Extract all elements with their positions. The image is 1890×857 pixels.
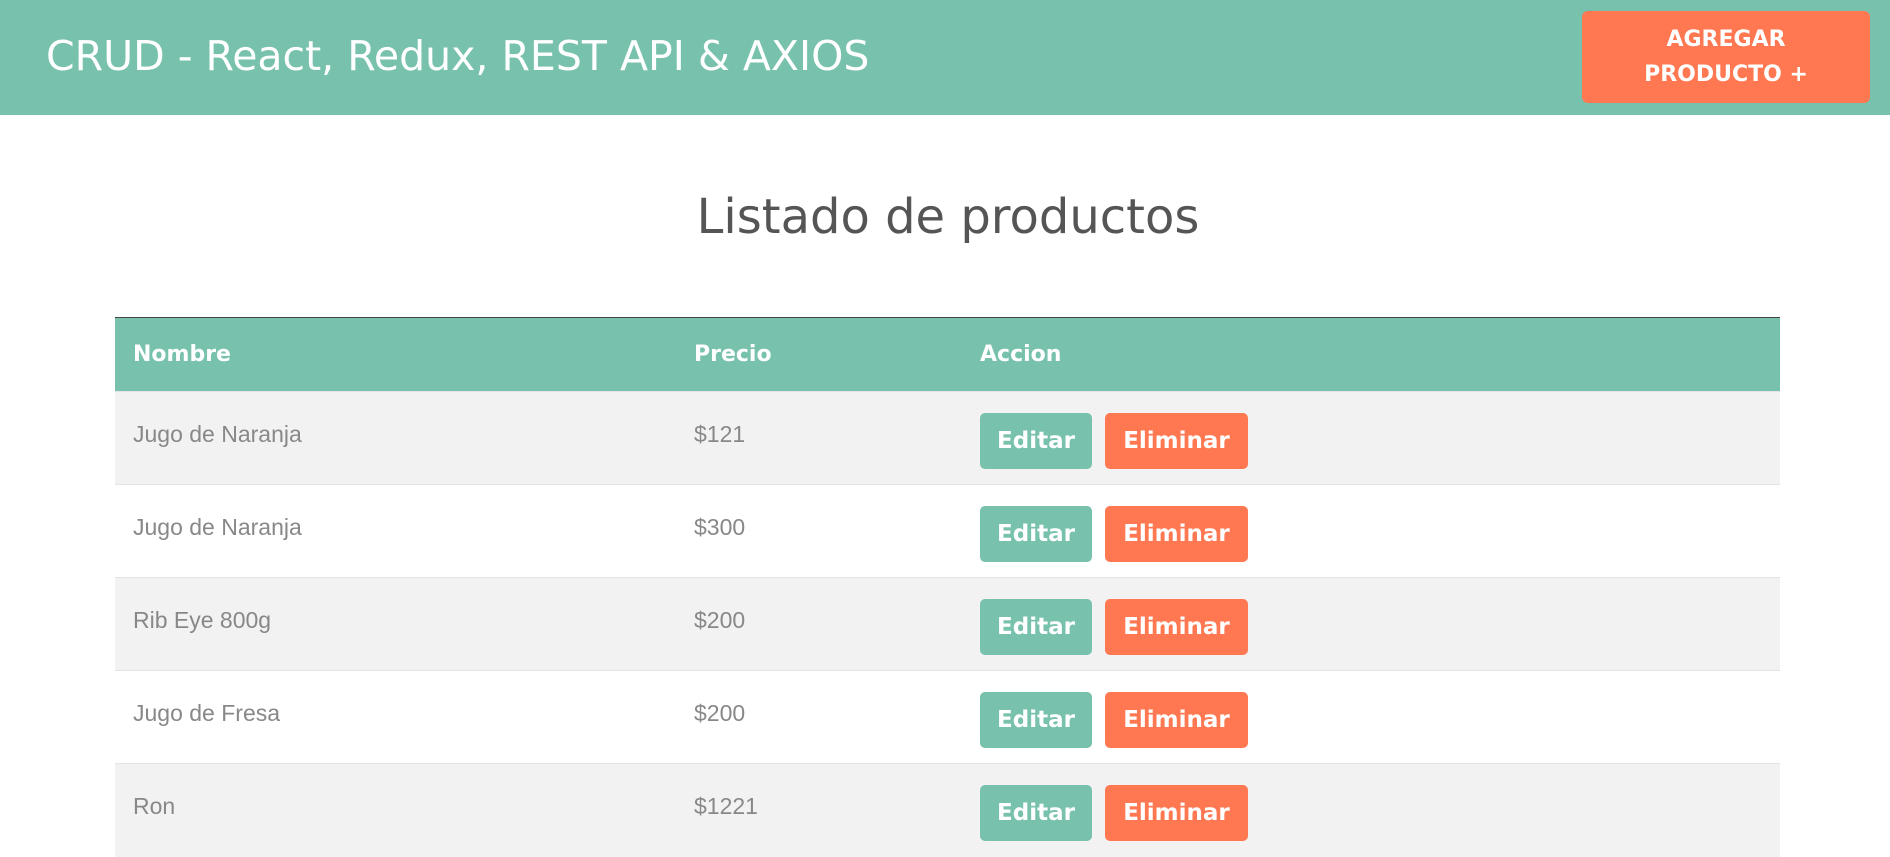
delete-button[interactable]: Eliminar xyxy=(1105,785,1248,841)
product-name-cell: Jugo de Naranja xyxy=(115,485,676,578)
product-price: $200 xyxy=(694,607,746,633)
add-product-button[interactable]: AGREGAR PRODUCTO + xyxy=(1582,11,1870,103)
product-price-cell: $1221 xyxy=(676,764,962,857)
product-actions-cell: Editar Eliminar xyxy=(962,671,1780,764)
edit-button[interactable]: Editar xyxy=(980,413,1092,469)
product-price: $200 xyxy=(694,700,746,726)
products-table-wrapper: Nombre Precio Accion Jugo de Naranja $12… xyxy=(115,317,1780,857)
product-name-cell: Jugo de Naranja xyxy=(115,392,676,485)
table-row: Ron $1221 Editar Eliminar xyxy=(115,763,1780,857)
column-header-precio: Precio xyxy=(694,342,772,367)
page-title: Listado de productos xyxy=(696,189,1200,245)
row-actions: Editar Eliminar xyxy=(980,599,1780,655)
column-header-accion: Accion xyxy=(980,342,1062,367)
table-row: Rib Eye 800g $200 Editar Eliminar xyxy=(115,577,1780,671)
row-actions: Editar Eliminar xyxy=(980,692,1780,748)
product-name-cell: Jugo de Fresa xyxy=(115,671,676,764)
table-row: Jugo de Naranja $121 Editar Eliminar xyxy=(115,391,1780,485)
product-price-cell: $200 xyxy=(676,671,962,764)
table-header: Nombre Precio Accion xyxy=(115,317,1780,392)
row-actions: Editar Eliminar xyxy=(980,413,1780,469)
table-row: Jugo de Naranja $300 Editar Eliminar xyxy=(115,484,1780,578)
table-header-row: Nombre Precio Accion xyxy=(115,317,1780,392)
product-price: $121 xyxy=(694,421,746,447)
table-body: Jugo de Naranja $121 Editar Eliminar Jug… xyxy=(115,391,1780,857)
edit-button[interactable]: Editar xyxy=(980,599,1092,655)
products-table: Nombre Precio Accion Jugo de Naranja $12… xyxy=(115,317,1780,857)
product-name: Ron xyxy=(133,793,176,819)
edit-button[interactable]: Editar xyxy=(980,692,1092,748)
product-price-cell: $200 xyxy=(676,578,962,671)
product-price-cell: $121 xyxy=(676,392,962,485)
row-actions: Editar Eliminar xyxy=(980,506,1780,562)
product-actions-cell: Editar Eliminar xyxy=(962,485,1780,578)
delete-button[interactable]: Eliminar xyxy=(1105,692,1248,748)
edit-button[interactable]: Editar xyxy=(980,785,1092,841)
table-row: Jugo de Fresa $200 Editar Eliminar xyxy=(115,670,1780,764)
product-price: $300 xyxy=(694,514,746,540)
product-name: Jugo de Fresa xyxy=(133,700,281,726)
product-name: Jugo de Naranja xyxy=(133,514,302,540)
brand-title[interactable]: CRUD - React, Redux, REST API & AXIOS xyxy=(46,30,869,82)
product-price: $1221 xyxy=(694,793,758,819)
column-header-nombre: Nombre xyxy=(133,342,231,367)
product-name: Rib Eye 800g xyxy=(133,607,272,633)
delete-button[interactable]: Eliminar xyxy=(1105,506,1248,562)
product-name-cell: Rib Eye 800g xyxy=(115,578,676,671)
delete-button[interactable]: Eliminar xyxy=(1105,413,1248,469)
row-actions: Editar Eliminar xyxy=(980,785,1780,841)
product-name: Jugo de Naranja xyxy=(133,421,302,447)
product-actions-cell: Editar Eliminar xyxy=(962,764,1780,857)
product-price-cell: $300 xyxy=(676,485,962,578)
product-actions-cell: Editar Eliminar xyxy=(962,578,1780,671)
delete-button[interactable]: Eliminar xyxy=(1105,599,1248,655)
edit-button[interactable]: Editar xyxy=(980,506,1092,562)
product-actions-cell: Editar Eliminar xyxy=(962,392,1780,485)
navbar: CRUD - React, Redux, REST API & AXIOS AG… xyxy=(0,0,1890,115)
product-name-cell: Ron xyxy=(115,764,676,857)
